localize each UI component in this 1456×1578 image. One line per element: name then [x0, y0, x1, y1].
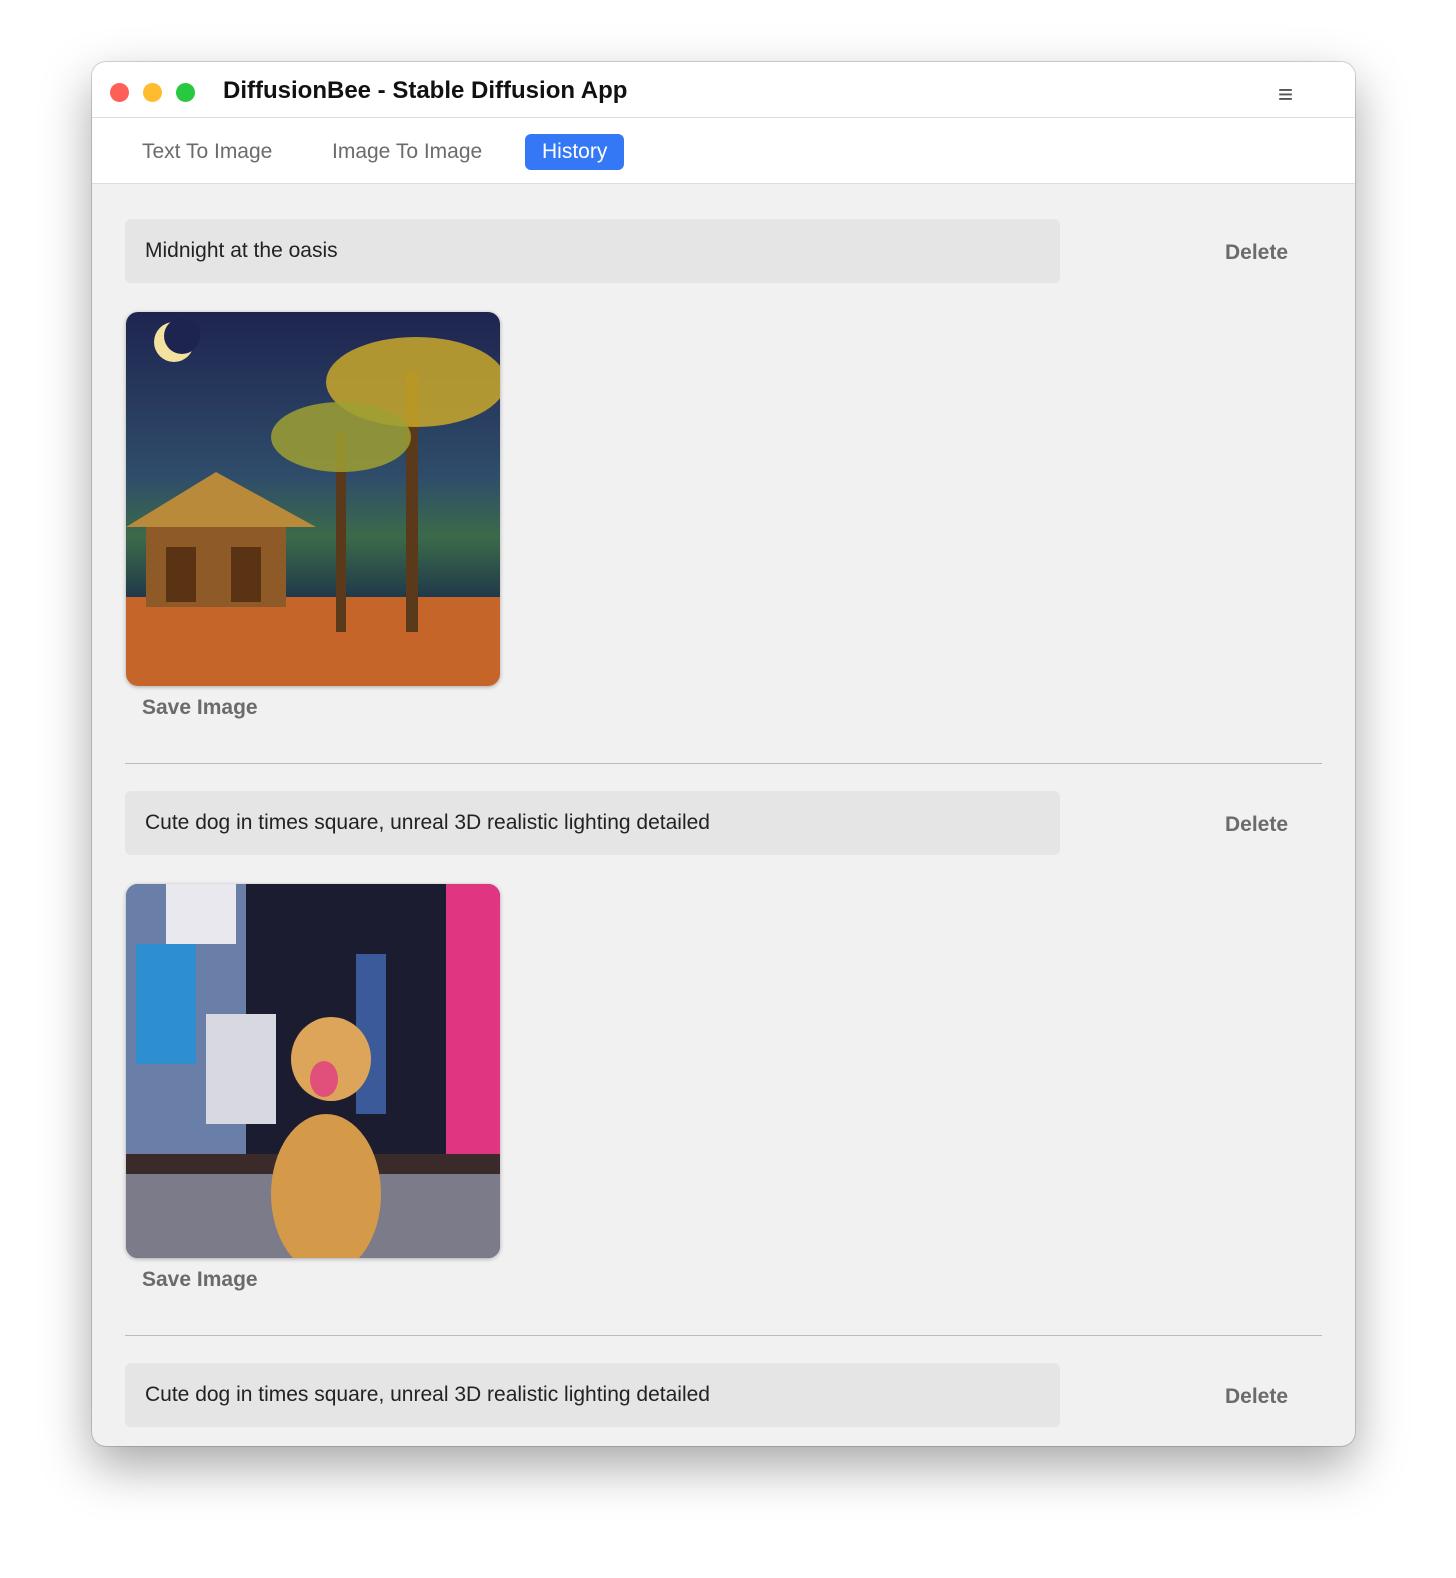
generated-image[interactable]: [126, 312, 500, 686]
zoom-button[interactable]: [176, 83, 195, 102]
prompt-text: Midnight at the oasis: [125, 219, 1060, 283]
close-button[interactable]: [110, 83, 129, 102]
delete-button[interactable]: Delete: [1225, 813, 1288, 837]
tab-history[interactable]: History: [525, 134, 625, 170]
tab-image-to-image[interactable]: Image To Image: [315, 134, 499, 170]
app-window: DiffusionBee - Stable Diffusion App ≡ Te…: [92, 62, 1355, 1446]
delete-button[interactable]: Delete: [1225, 1385, 1288, 1409]
minimize-button[interactable]: [143, 83, 162, 102]
hamburger-icon[interactable]: ≡: [1278, 79, 1293, 110]
window-title: DiffusionBee - Stable Diffusion App: [223, 77, 628, 104]
prompt-text: Cute dog in times square, unreal 3D real…: [125, 791, 1060, 855]
prompt-text: Cute dog in times square, unreal 3D real…: [125, 1363, 1060, 1427]
history-list: Midnight at the oasis Delete Save Image …: [92, 184, 1355, 1446]
title-bar: DiffusionBee - Stable Diffusion App ≡: [92, 62, 1355, 118]
save-image-button[interactable]: Save Image: [142, 696, 258, 720]
save-image-button[interactable]: Save Image: [142, 1268, 258, 1292]
history-entry: Midnight at the oasis Delete Save Image: [92, 184, 1355, 764]
tab-bar: Text To Image Image To Image History: [92, 118, 1355, 184]
history-entry: Cute dog in times square, unreal 3D real…: [92, 756, 1355, 1336]
delete-button[interactable]: Delete: [1225, 241, 1288, 265]
tab-text-to-image[interactable]: Text To Image: [125, 134, 289, 170]
history-entry: Cute dog in times square, unreal 3D real…: [92, 1328, 1355, 1438]
generated-image[interactable]: [126, 884, 500, 1258]
